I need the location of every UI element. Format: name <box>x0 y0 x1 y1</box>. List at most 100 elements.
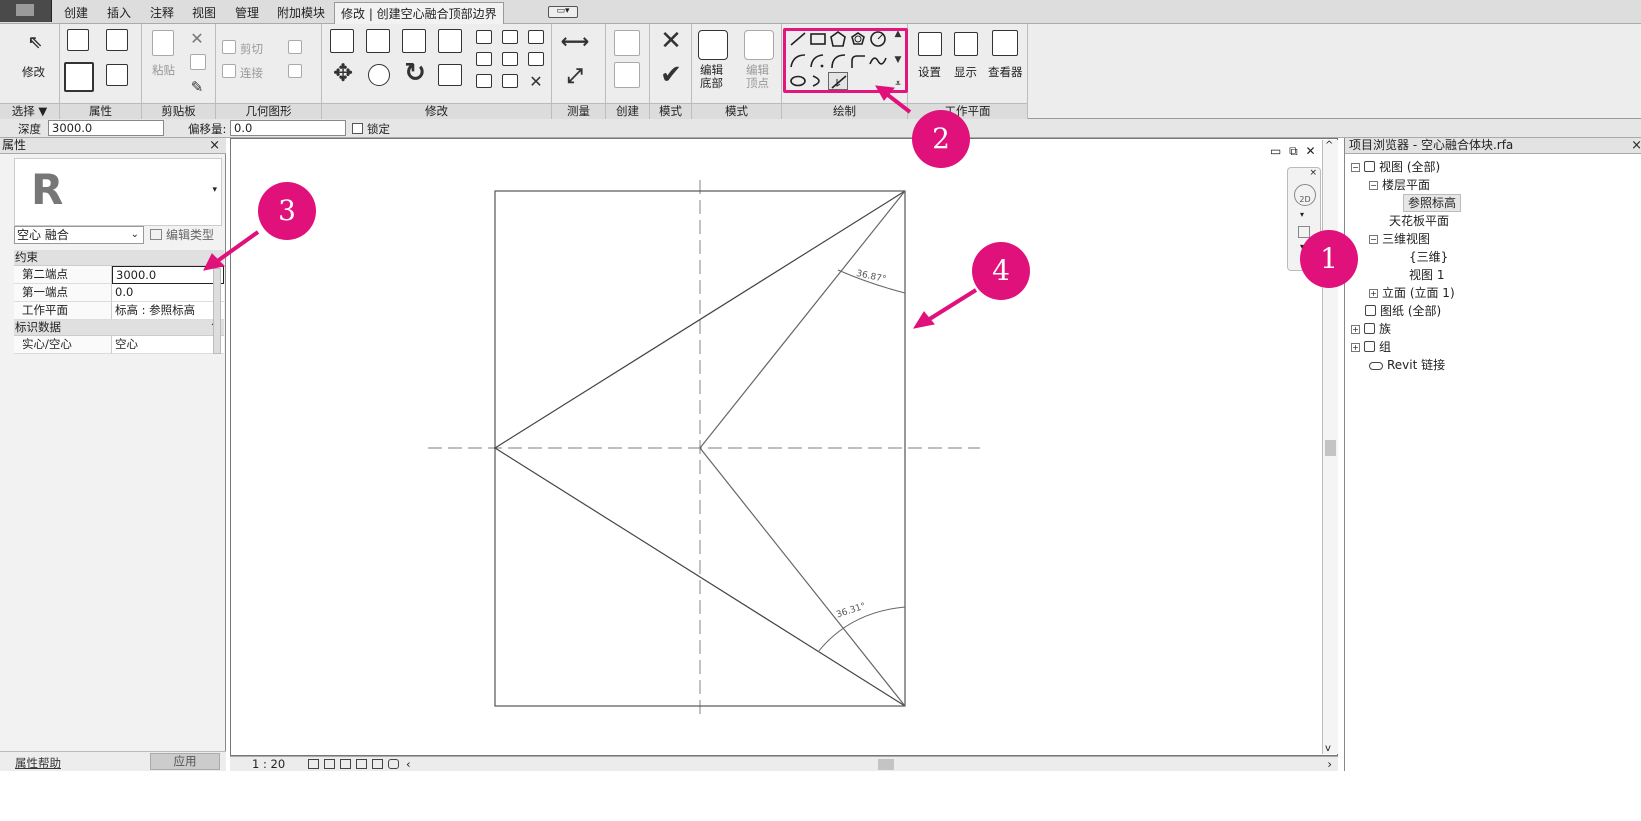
tab-view[interactable]: 视图 <box>192 4 216 21</box>
collapse-icon[interactable]: − <box>1351 163 1360 172</box>
cut-geometry-icon[interactable] <box>222 40 236 54</box>
tab-addins[interactable]: 附加模块 <box>277 4 325 21</box>
close-icon[interactable]: × <box>1631 138 1641 153</box>
tree-sheets[interactable]: 图纸 (全部) <box>1365 304 1441 318</box>
tree-floor-plans[interactable]: − 楼层平面 <box>1369 178 1430 192</box>
tree-elevation[interactable]: + 立面 (立面 1) <box>1369 286 1455 300</box>
paint-icon[interactable] <box>288 64 302 78</box>
navbar-close-icon[interactable]: × <box>1309 168 1317 178</box>
tab-create[interactable]: 创建 <box>64 4 88 21</box>
tree-links[interactable]: Revit 链接 <box>1369 358 1445 372</box>
solid-void-value[interactable]: 空心 <box>112 336 224 354</box>
sun-path-icon[interactable] <box>340 759 351 769</box>
split-gap-icon[interactable] <box>502 30 518 44</box>
show-workplane-icon[interactable] <box>954 32 978 56</box>
collapse-icon[interactable]: − <box>1369 181 1378 190</box>
tree-ceiling[interactable]: 天花板平面 <box>1389 214 1449 228</box>
rotate-icon[interactable]: ↻ <box>402 60 428 86</box>
paste-icon[interactable] <box>152 30 174 56</box>
join-geometry-icon[interactable] <box>222 64 236 78</box>
vertical-scroll-thumb[interactable] <box>1325 440 1336 456</box>
finish-edit-icon[interactable]: ✔ <box>658 62 684 88</box>
trim-single-icon[interactable] <box>476 74 492 88</box>
modify-tool-label[interactable]: 修改 <box>22 64 45 80</box>
tree-view-1[interactable]: 视图 1 <box>1409 268 1444 282</box>
tree-views[interactable]: − 视图 (全部) <box>1351 160 1440 174</box>
view-scale[interactable]: 1 : 20 <box>252 757 285 771</box>
depth-input[interactable]: 3000.0 <box>48 120 164 136</box>
workplane-viewer-label[interactable]: 查看器 <box>988 64 1023 80</box>
tab-modify-context[interactable]: 修改 | 创建空心融合顶部边界 <box>334 2 504 24</box>
copy-icon[interactable] <box>190 54 206 70</box>
zoom-icon[interactable] <box>1298 226 1310 238</box>
trim-multiple-icon[interactable] <box>502 74 518 88</box>
mirror-draw-icon[interactable] <box>438 29 462 53</box>
chevron-right-icon[interactable]: › <box>1327 757 1332 771</box>
tab-insert[interactable]: 插入 <box>107 4 131 21</box>
set-workplane-label[interactable]: 设置 <box>918 64 941 80</box>
edit-bottom-icon[interactable] <box>698 30 728 60</box>
type-selector[interactable]: 空心 融合 ⌄ <box>14 226 144 244</box>
scroll-down-icon[interactable]: v <box>1325 743 1331 754</box>
properties-toggle-icon[interactable] <box>64 62 94 92</box>
match-properties-icon[interactable]: ✎ <box>188 76 206 98</box>
create-similar-icon[interactable] <box>614 62 640 88</box>
set-workplane-icon[interactable] <box>918 32 942 56</box>
expand-icon[interactable]: + <box>1351 325 1360 334</box>
scroll-up-icon[interactable]: ^ <box>1325 140 1333 151</box>
family-category-icon[interactable] <box>106 29 128 51</box>
detail-level-icon[interactable] <box>308 759 319 769</box>
scale-icon[interactable] <box>502 52 518 66</box>
paste-label[interactable]: 粘贴 <box>152 62 175 78</box>
application-menu-button[interactable] <box>0 0 52 22</box>
tab-manage[interactable]: 管理 <box>235 4 259 21</box>
tree-3d-views[interactable]: − 三维视图 <box>1369 232 1430 246</box>
properties-help-link[interactable]: 属性帮助 <box>15 755 61 771</box>
steering-wheel-icon[interactable]: 2D <box>1294 184 1316 206</box>
tab-annotate[interactable]: 注释 <box>150 4 174 21</box>
window-controls[interactable]: ▭ ⧉ ✕ <box>1270 144 1318 159</box>
type-preview[interactable]: R ▾ <box>14 158 222 226</box>
create-group-icon[interactable] <box>614 30 640 56</box>
edit-vertex-label[interactable]: 编辑顶点 <box>746 64 776 90</box>
mirror-axis-icon[interactable] <box>402 29 426 53</box>
apply-button[interactable]: 应用 <box>150 753 220 770</box>
crop-view-icon[interactable] <box>372 759 383 769</box>
tree-groups[interactable]: + 组 <box>1351 340 1391 354</box>
trim-extend-icon[interactable] <box>438 64 462 86</box>
family-types-icon[interactable] <box>67 29 89 51</box>
split-element-icon[interactable] <box>476 30 492 44</box>
unpin-icon[interactable] <box>528 30 544 44</box>
workplane-viewer-icon[interactable] <box>992 30 1018 56</box>
collapse-icon[interactable]: − <box>1369 235 1378 244</box>
aligned-dimension-icon[interactable]: ⤢ <box>556 64 594 86</box>
cut-icon[interactable]: ✕ <box>188 28 206 50</box>
lock-checkbox[interactable] <box>352 123 363 134</box>
pin-icon[interactable] <box>528 52 544 66</box>
navbar-dropdown-icon[interactable]: ▾ <box>1300 210 1304 219</box>
join-geometry-label[interactable]: 连接 <box>240 65 263 81</box>
temporary-hide-icon[interactable] <box>388 759 399 769</box>
edit-vertex-icon[interactable] <box>744 30 774 60</box>
tree-families[interactable]: + 族 <box>1351 322 1391 336</box>
array-icon[interactable] <box>476 52 492 66</box>
category-identity[interactable]: 标识数据⌃ <box>14 320 224 336</box>
offset-icon[interactable] <box>366 29 390 53</box>
second-end-input[interactable]: 3000.0 <box>112 266 224 284</box>
expand-icon[interactable]: + <box>1369 289 1378 298</box>
cancel-edit-icon[interactable]: ✕ <box>658 28 684 54</box>
edit-bottom-label[interactable]: 编辑底部 <box>700 64 730 90</box>
type-properties-icon[interactable] <box>106 64 128 86</box>
panel-label-select[interactable]: 选择 ▼ <box>0 103 59 119</box>
delete-icon[interactable]: ✕ <box>526 71 546 93</box>
drawing-canvas[interactable] <box>230 138 1338 756</box>
measure-distance-icon[interactable]: ⟷ <box>556 30 594 52</box>
close-icon[interactable]: × <box>209 138 220 153</box>
first-end-value[interactable]: 0.0 <box>112 284 224 302</box>
visual-style-icon[interactable] <box>324 759 335 769</box>
cut-geometry-label[interactable]: 剪切 <box>240 41 263 57</box>
copy-element-icon[interactable] <box>368 64 390 86</box>
shadows-icon[interactable] <box>356 759 367 769</box>
split-face-icon[interactable] <box>288 40 302 54</box>
show-workplane-label[interactable]: 显示 <box>954 64 977 80</box>
